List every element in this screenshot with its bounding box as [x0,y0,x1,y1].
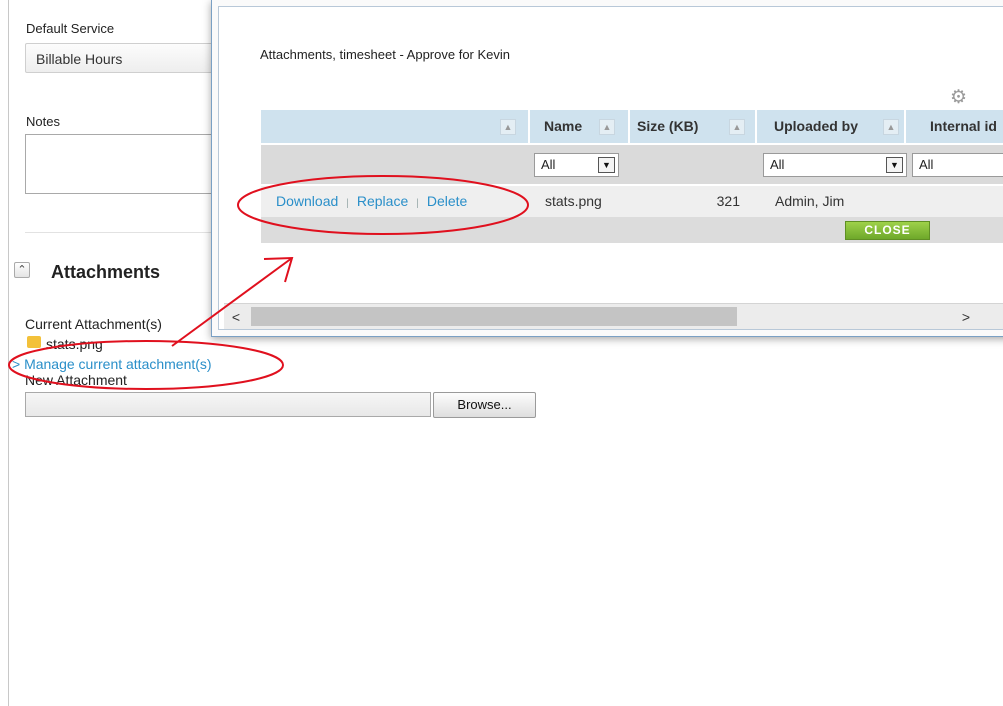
replace-link[interactable]: Replace [357,193,408,209]
new-attachment-file-field[interactable] [25,392,431,417]
row-actions: Download | Replace | Delete [276,186,467,217]
dialog-title: Attachments, timesheet - Approve for Kev… [260,47,511,62]
current-attachments-label: Current Attachment(s) [25,316,162,332]
page-left-border [8,0,9,706]
download-link[interactable]: Download [276,193,338,209]
notes-textarea[interactable] [25,134,225,194]
section-divider [25,232,215,233]
row-uploaded-by: Admin, Jim [775,193,845,209]
table-filter-row: All ▼ All ▼ All [261,145,1003,184]
scroll-left-arrow-icon[interactable]: < [224,304,248,329]
manage-attachments-link[interactable]: > Manage current attachment(s) [12,356,212,372]
name-filter-value: All [541,157,556,172]
image-file-icon [27,336,41,348]
browse-button[interactable]: Browse... [433,392,536,418]
lock-icon[interactable]: ▲ [500,119,516,135]
lock-icon[interactable]: ▲ [599,119,615,135]
column-header-name[interactable]: Name [544,110,582,143]
table-footer: CLOSE [261,217,1003,243]
current-attachment-filename: stats.png [46,336,103,352]
column-header-internal-id[interactable]: Internal id [930,110,997,143]
name-filter-select[interactable]: All ▼ [534,153,619,177]
internal-id-filter-select[interactable]: All [912,153,1003,177]
delete-link[interactable]: Delete [427,193,467,209]
notes-label: Notes [26,114,60,129]
column-header-actions [261,110,529,143]
separator: | [416,198,419,209]
chevron-down-icon: ▼ [598,157,615,173]
chevron-down-icon: ▼ [886,157,903,173]
double-chevron-up-icon[interactable]: ⌃ [14,262,30,278]
close-button[interactable]: CLOSE [845,221,930,240]
default-service-select[interactable]: Billable Hours [25,43,225,73]
separator: | [346,198,349,209]
scrollbar-thumb[interactable] [251,307,737,326]
scroll-right-arrow-icon[interactable]: > [954,304,978,329]
column-header-uploaded-by[interactable]: Uploaded by [774,110,858,143]
default-service-label: Default Service [26,21,115,36]
lock-icon[interactable]: ▲ [883,119,899,135]
new-attachment-label: New Attachment [25,372,127,388]
column-header-size[interactable]: Size (KB) [637,110,698,143]
attachments-dialog: Attachments, timesheet - Approve for Kev… [211,0,1003,337]
table-header-row: ▲ Name ▲ Size (KB) ▲ Uploaded by ▲ Inter… [261,110,1003,143]
gear-icon[interactable]: ⚙ [950,88,967,107]
row-file-size: 321 [716,193,740,209]
lock-icon[interactable]: ▲ [729,119,745,135]
uploaded-by-filter-value: All [770,157,785,172]
row-file-name: stats.png [545,193,602,209]
uploaded-by-filter-select[interactable]: All ▼ [763,153,907,177]
dialog-content: Attachments, timesheet - Approve for Kev… [218,6,1003,330]
internal-id-filter-value: All [919,157,934,172]
horizontal-scrollbar[interactable]: < > [224,303,1003,329]
attachments-section-title: Attachments [51,262,161,282]
table-row: Download | Replace | Delete stats.png 321 Ad… [261,186,1003,217]
